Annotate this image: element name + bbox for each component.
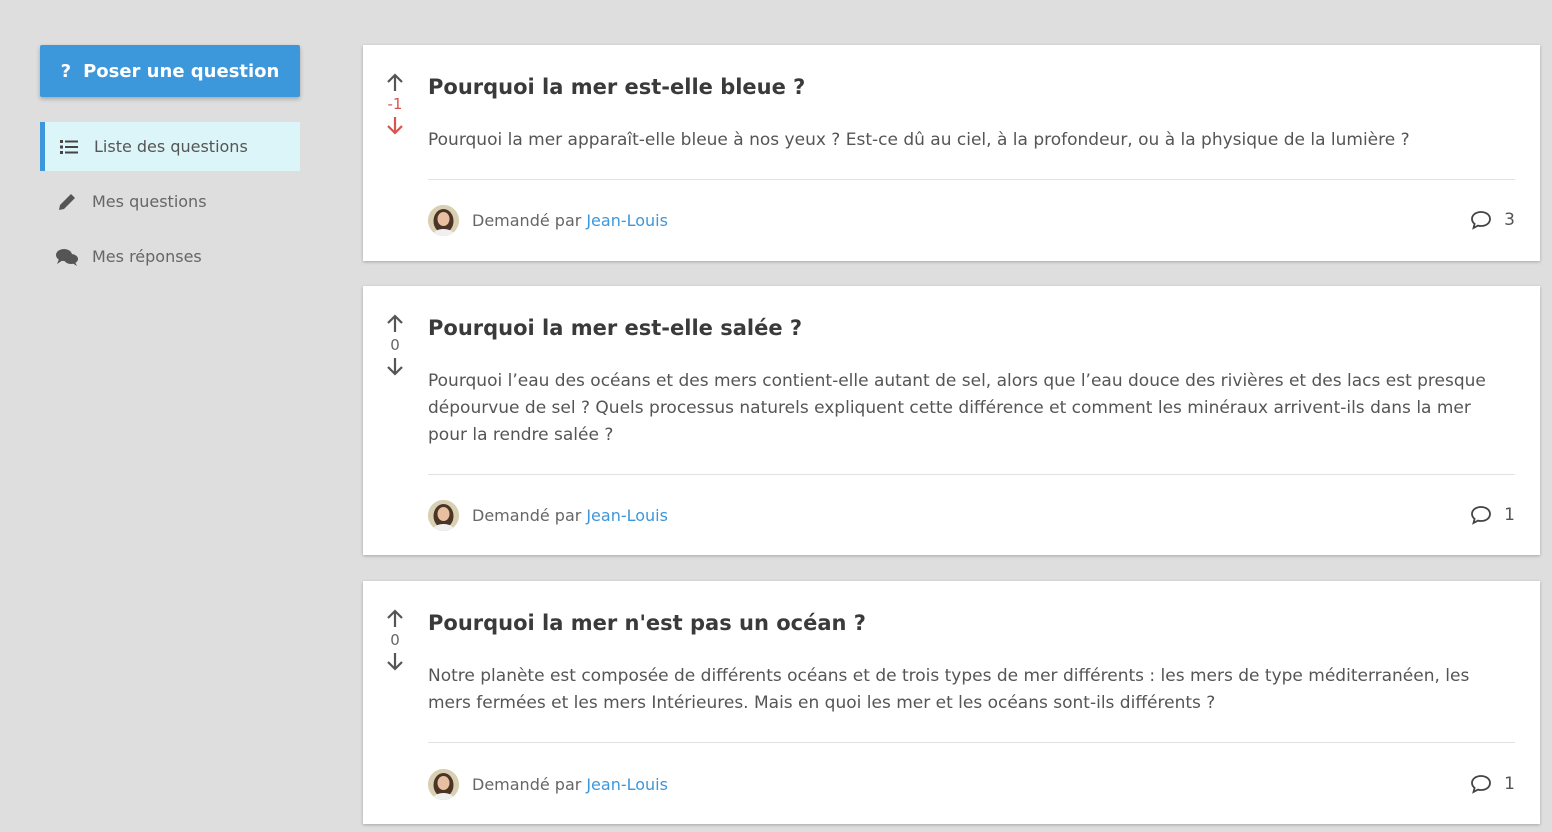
divider [428, 474, 1515, 475]
question-body: Pourquoi l’eau des océans et des mers co… [428, 371, 1486, 445]
vote-control: 0 [383, 609, 407, 671]
comment-count: 1 [1504, 505, 1515, 525]
vote-control: 0 [383, 314, 407, 376]
divider [428, 179, 1515, 180]
comment-icon [1471, 211, 1492, 230]
author-link[interactable]: Jean-Louis [586, 211, 668, 230]
comment-count: 1 [1504, 774, 1515, 794]
comment-icon [1471, 506, 1492, 525]
question-title[interactable]: Pourquoi la mer n'est pas un océan ? [428, 609, 1515, 637]
question-content: Pourquoi la mer n'est pas un océan ? Not… [428, 609, 1515, 717]
question-content: Pourquoi la mer est-elle bleue ? Pourquo… [428, 73, 1515, 154]
sidebar-item-label: Liste des questions [94, 137, 248, 156]
avatar [428, 499, 459, 531]
comment-count: 3 [1504, 210, 1515, 230]
question-body: Notre planète est composée de différents… [428, 666, 1470, 713]
asked-by-label: Demandé par [472, 774, 582, 794]
question-icon: ? [60, 60, 72, 82]
pencil-icon [56, 193, 78, 211]
comments-count[interactable]: 1 [1470, 505, 1515, 525]
arrow-down-icon[interactable] [386, 115, 404, 135]
comments-count[interactable]: 1 [1470, 774, 1515, 794]
asked-by-label: Demandé par [472, 505, 582, 525]
arrow-up-icon[interactable] [386, 609, 404, 629]
sidebar-item-questions-list[interactable]: Liste des questions [40, 122, 300, 171]
avatar [428, 204, 459, 236]
ask-question-label: Poser une question [83, 60, 280, 82]
question-body: Pourquoi la mer apparaît-elle bleue à no… [428, 130, 1410, 150]
arrow-up-icon[interactable] [386, 73, 404, 93]
vote-control: -1 [383, 73, 407, 135]
question-title[interactable]: Pourquoi la mer est-elle salée ? [428, 314, 1515, 342]
vote-score: 0 [390, 631, 400, 649]
question-footer: Demandé par Jean-Louis 1 [428, 768, 1515, 800]
divider [428, 742, 1515, 743]
avatar [428, 768, 459, 800]
sidebar-item-my-questions[interactable]: Mes questions [40, 177, 300, 226]
question-title[interactable]: Pourquoi la mer est-elle bleue ? [428, 73, 1515, 101]
vote-score: 0 [390, 336, 400, 354]
arrow-down-icon[interactable] [386, 356, 404, 376]
page: ? Poser une question Liste des questions [0, 0, 1552, 832]
arrow-down-icon[interactable] [386, 651, 404, 671]
comment-icon [1471, 775, 1492, 794]
sidebar-item-label: Mes réponses [92, 247, 202, 266]
sidebar-item-my-answers[interactable]: Mes réponses [40, 232, 300, 281]
question-card: 0 Pourquoi la mer est-elle salée ? Pourq… [363, 286, 1540, 555]
question-footer: Demandé par Jean-Louis 1 [428, 499, 1515, 531]
sidebar: ? Poser une question Liste des questions [40, 45, 300, 287]
ask-question-button[interactable]: ? Poser une question [40, 45, 300, 97]
author-link[interactable]: Jean-Louis [586, 506, 668, 525]
vote-score: -1 [387, 95, 403, 113]
comments-icon [56, 248, 78, 266]
asked-by-label: Demandé par [472, 210, 582, 230]
author-link[interactable]: Jean-Louis [586, 775, 668, 794]
sidebar-item-label: Mes questions [92, 192, 207, 211]
question-card: 0 Pourquoi la mer n'est pas un océan ? N… [363, 581, 1540, 824]
list-icon [58, 138, 80, 156]
arrow-up-icon[interactable] [386, 314, 404, 334]
question-content: Pourquoi la mer est-elle salée ? Pourquo… [428, 314, 1515, 449]
sidebar-nav: Liste des questions Mes questions Mes ré… [40, 122, 300, 281]
question-card: -1 Pourquoi la mer est-elle bleue ? Pour… [363, 45, 1540, 261]
comments-count[interactable]: 3 [1470, 210, 1515, 230]
question-footer: Demandé par Jean-Louis 3 [428, 204, 1515, 236]
